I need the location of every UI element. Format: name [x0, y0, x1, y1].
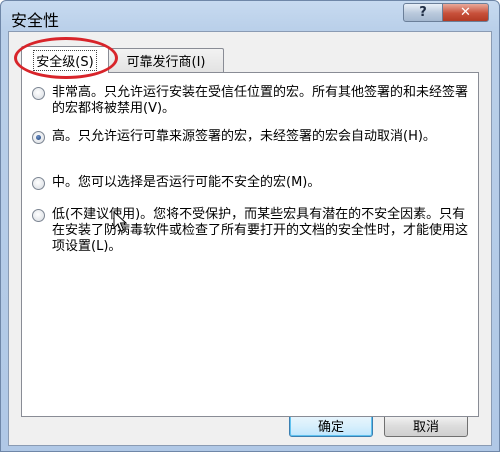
option-very-high-label: 非常高。只允许运行安装在受信任位置的宏。所有其他签署的和未经签署的宏都将被禁用(… [52, 85, 469, 116]
radio-high[interactable] [32, 131, 45, 144]
highlight-circle-annotation [14, 37, 118, 79]
security-level-panel: 非常高。只允许运行安装在受信任位置的宏。所有其他签署的和未经签署的宏都将被禁用(… [21, 72, 479, 417]
window-title: 安全性 [11, 11, 60, 30]
option-high[interactable]: 高。只允许运行可靠来源签署的宏，未经签署的宏会自动取消(H)。 [32, 129, 472, 145]
tab-trusted-publishers[interactable]: 可靠发行商(I) [108, 48, 224, 72]
radio-low[interactable] [32, 209, 45, 222]
close-button[interactable]: ✕ [442, 3, 489, 22]
radio-very-high[interactable] [32, 87, 45, 100]
cancel-button-label: 取消 [412, 420, 439, 435]
option-low[interactable]: 低(不建议使用)。您将不受保护，而某些宏具有潜在的不安全因素。只有在安装了防病毒… [32, 207, 472, 255]
cancel-button[interactable]: 取消 [384, 414, 468, 437]
option-medium[interactable]: 中。您可以选择是否运行可能不安全的宏(M)。 [32, 175, 472, 191]
security-dialog: 安全性 ? ✕ 安全级(S) 可靠发行商(I) 非常高。只允许运行安装在受信任位… [0, 0, 500, 452]
ok-button-label: 确定 [317, 420, 344, 435]
dialog-client-area: 安全级(S) 可靠发行商(I) 非常高。只允许运行安装在受信任位置的宏。所有其他… [8, 31, 492, 446]
help-button[interactable]: ? [403, 3, 443, 22]
radio-medium[interactable] [32, 177, 45, 190]
mouse-pointer-icon [113, 211, 127, 232]
title-bar[interactable]: 安全性 ? ✕ [1, 1, 499, 31]
option-medium-label: 中。您可以选择是否运行可能不安全的宏(M)。 [52, 175, 321, 190]
option-high-label: 高。只允许运行可靠来源签署的宏，未经签署的宏会自动取消(H)。 [52, 129, 436, 144]
help-icon: ? [419, 5, 427, 20]
close-icon: ✕ [460, 5, 471, 20]
option-very-high[interactable]: 非常高。只允许运行安装在受信任位置的宏。所有其他签署的和未经签署的宏都将被禁用(… [32, 85, 472, 117]
tab-trusted-publishers-label: 可靠发行商(I) [126, 55, 206, 70]
ok-button[interactable]: 确定 [289, 414, 373, 437]
